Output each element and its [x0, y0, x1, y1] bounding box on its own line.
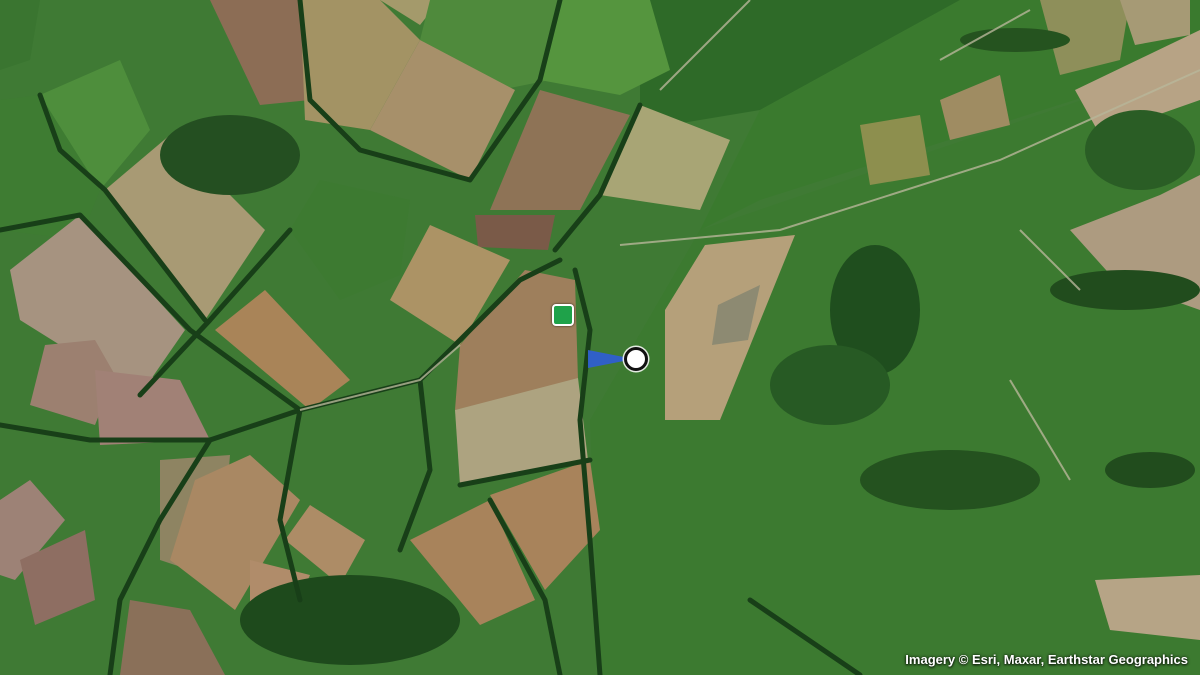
map-viewport[interactable]: Imagery © Esri, Maxar, Earthstar Geograp…	[0, 0, 1200, 675]
location-dot-icon[interactable]	[624, 347, 648, 371]
green-square-marker-icon[interactable]	[552, 304, 574, 326]
current-location-marker[interactable]	[586, 344, 652, 374]
satellite-imagery[interactable]	[0, 0, 1200, 675]
imagery-attribution: Imagery © Esri, Maxar, Earthstar Geograp…	[905, 652, 1188, 667]
